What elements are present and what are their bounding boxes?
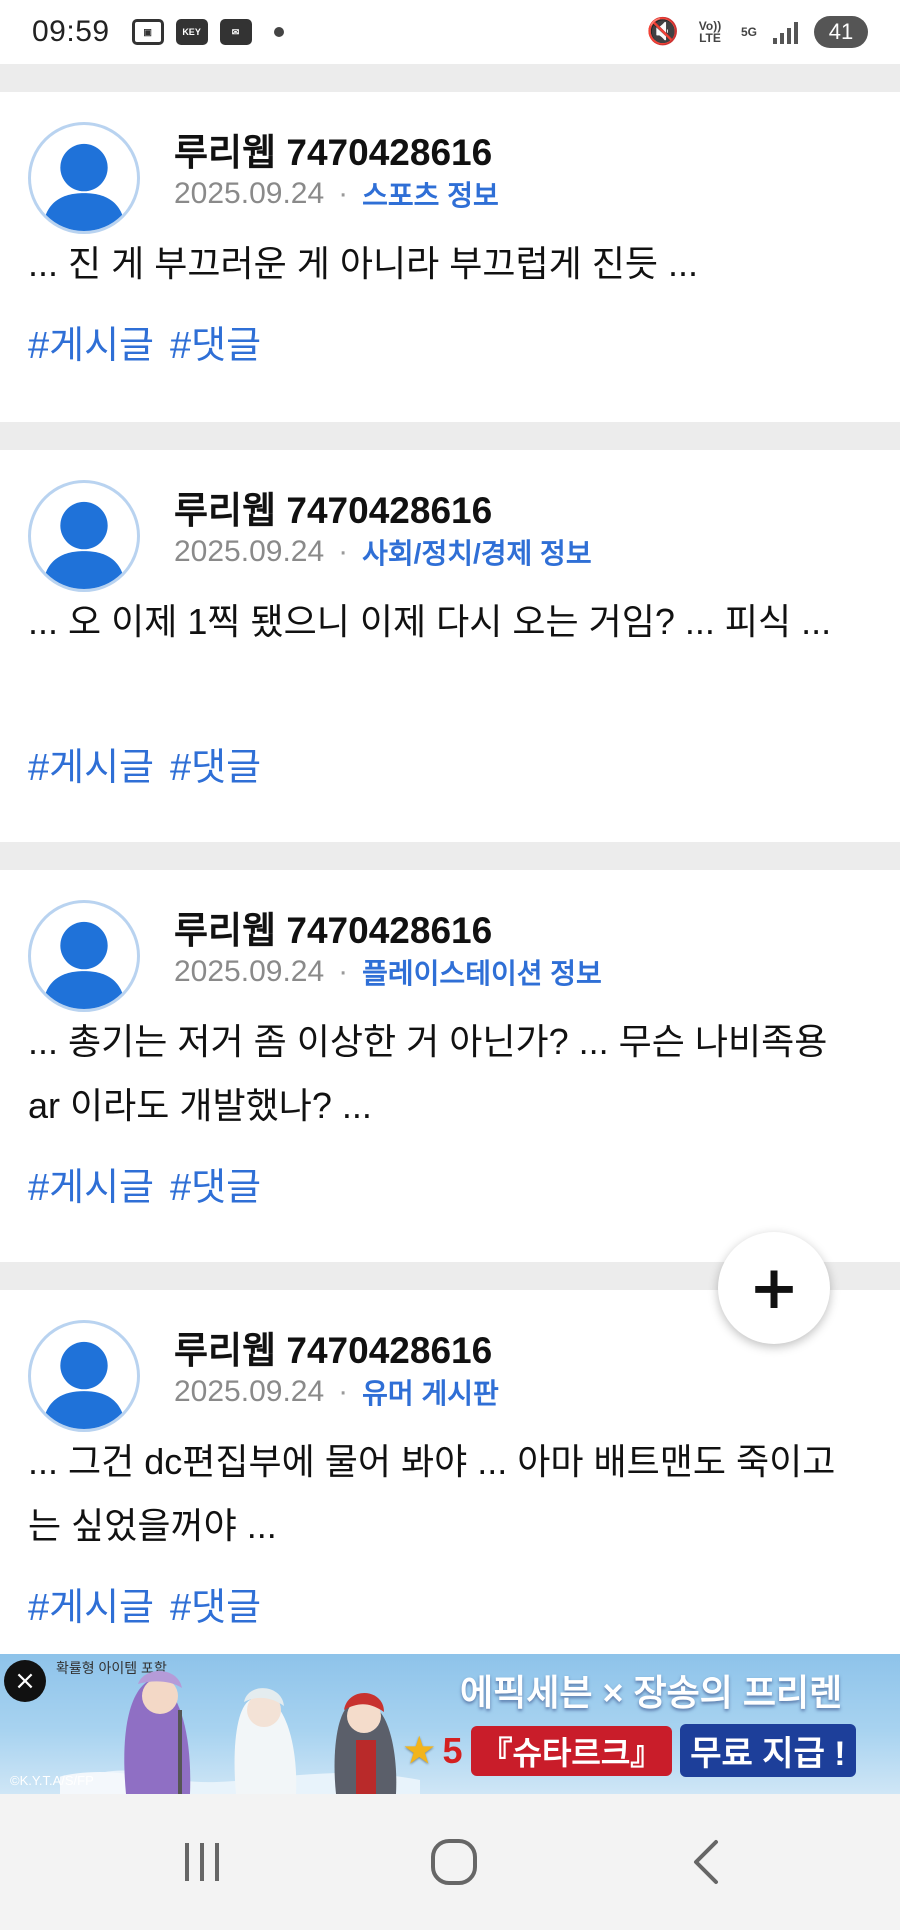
home-button[interactable] [394, 1794, 514, 1930]
post-meta: 2025.09.24 · 스포츠 정보 [174, 174, 499, 214]
ad-star-rank: 5 [442, 1729, 463, 1771]
tag-comment[interactable]: #댓글 [170, 1156, 261, 1211]
back-icon [694, 1840, 718, 1884]
post-meta: 2025.09.24 · 사회/정치/경제 정보 [174, 532, 592, 572]
ad-item-name: 『슈타르크』 [470, 1725, 673, 1776]
post-author[interactable]: 루리웹 7470428616 [174, 900, 492, 954]
signal-icon [773, 20, 798, 44]
post-date: 2025.09.24 [174, 535, 325, 568]
status-icons-left: ▣ KEY ✉ [131, 19, 284, 45]
tag-comment[interactable]: #댓글 [170, 1576, 261, 1631]
post-tags: #게시글 #댓글 [28, 736, 261, 791]
avatar[interactable] [28, 1320, 140, 1432]
mute-icon: 🔇 [646, 17, 679, 47]
avatar[interactable] [28, 122, 140, 234]
ad-offer: ★ 5 『슈타르크』 무료 지급 ! [404, 1724, 856, 1777]
post-tags: #게시글 #댓글 [28, 314, 261, 369]
post-card[interactable]: 루리웹 7470428616 2025.09.24 · 유머 게시판 ... 그… [0, 1290, 900, 1654]
post-meta: 2025.09.24 · 플레이스테이션 정보 [174, 952, 602, 992]
user-icon [42, 501, 126, 589]
tag-post[interactable]: #게시글 [28, 1576, 154, 1631]
post-board-link[interactable]: 스포츠 정보 [362, 174, 499, 214]
battery-indicator: 41 [814, 16, 868, 48]
post-card[interactable]: 루리웹 7470428616 2025.09.24 · 플레이스테이션 정보 .… [0, 870, 900, 1262]
tag-post[interactable]: #게시글 [28, 1156, 154, 1211]
post-tags: #게시글 #댓글 [28, 1576, 261, 1631]
gallery-icon: ▣ [131, 19, 164, 45]
volte-label: Vo)) LTE [698, 19, 722, 45]
dot-icon [273, 27, 284, 37]
tag-comment[interactable]: #댓글 [170, 736, 261, 791]
status-bar: 09:59 ▣ KEY ✉ 🔇 Vo)) LTE 5G 41 [0, 0, 900, 64]
post-meta: 2025.09.24 · 유머 게시판 [174, 1372, 499, 1412]
post-excerpt[interactable]: ... 총기는 저거 좀 이상한 거 아닌가? ... 무슨 나비족용 ar 이… [28, 1010, 868, 1138]
post-board-link[interactable]: 유머 게시판 [362, 1372, 499, 1412]
star-icon: ★ [404, 1731, 435, 1770]
divider [0, 64, 900, 92]
mail-icon: ✉ [219, 19, 252, 45]
post-date: 2025.09.24 [174, 955, 325, 988]
meta-separator: · [338, 955, 349, 988]
post-board-link[interactable]: 플레이스테이션 정보 [362, 952, 602, 992]
meta-separator: · [338, 1375, 349, 1408]
post-author[interactable]: 루리웹 7470428616 [174, 1320, 492, 1374]
recent-apps-button[interactable] [142, 1794, 262, 1930]
post-excerpt[interactable]: ... 진 게 부끄러운 게 아니라 부끄럽게 진듯 ... [28, 232, 868, 296]
post-author[interactable]: 루리웹 7470428616 [174, 122, 492, 176]
meta-separator: · [338, 535, 349, 568]
tag-post[interactable]: #게시글 [28, 314, 154, 369]
ad-characters-image [60, 1670, 420, 1794]
post-date: 2025.09.24 [174, 177, 325, 210]
user-icon [42, 143, 126, 231]
ad-offer-text: 무료 지급 ! [680, 1724, 856, 1777]
meta-separator: · [338, 177, 349, 210]
network-label: 5G [740, 25, 757, 39]
post-excerpt[interactable]: ... 그건 dc편집부에 물어 봐야 ... 아마 배트맨도 죽이고는 싶었을… [28, 1430, 868, 1558]
status-time: 09:59 [32, 15, 110, 48]
back-button[interactable] [646, 1794, 766, 1930]
close-icon[interactable]: × [4, 1660, 46, 1702]
post-board-link[interactable]: 사회/정치/경제 정보 [362, 532, 591, 572]
home-icon [431, 1839, 477, 1885]
post-author[interactable]: 루리웹 7470428616 [174, 480, 492, 534]
post-card[interactable]: 루리웹 7470428616 2025.09.24 · 스포츠 정보 ... 진… [0, 92, 900, 422]
user-icon [42, 1341, 126, 1429]
post-tags: #게시글 #댓글 [28, 1156, 261, 1211]
ad-copyright: ©K.Y.T.A/S/FP [10, 1773, 94, 1788]
recent-apps-icon [185, 1843, 219, 1881]
tag-post[interactable]: #게시글 [28, 736, 154, 791]
user-icon [42, 921, 126, 1009]
post-date: 2025.09.24 [174, 1375, 325, 1408]
post-card[interactable]: 루리웹 7470428616 2025.09.24 · 사회/정치/경제 정보 … [0, 450, 900, 842]
write-post-button[interactable]: + [718, 1232, 830, 1344]
plus-icon: + [748, 1253, 800, 1323]
avatar[interactable] [28, 480, 140, 592]
ad-headline: 에픽세븐 × 장송의 프리렌 [460, 1672, 843, 1713]
post-excerpt[interactable]: ... 오 이제 1찍 됐으니 이제 다시 오는 거임? ... 피식 ... [28, 590, 868, 654]
system-nav-bar [0, 1794, 900, 1930]
key-icon: KEY [175, 19, 208, 45]
avatar[interactable] [28, 900, 140, 1012]
status-icons-right: 🔇 Vo)) LTE 5G 41 [647, 16, 868, 48]
ad-banner[interactable]: × 확률형 아이템 포함 에픽세븐 × 장송의 프리렌 ★ 5 『슈타르크』 무… [0, 1654, 900, 1794]
tag-comment[interactable]: #댓글 [170, 314, 261, 369]
